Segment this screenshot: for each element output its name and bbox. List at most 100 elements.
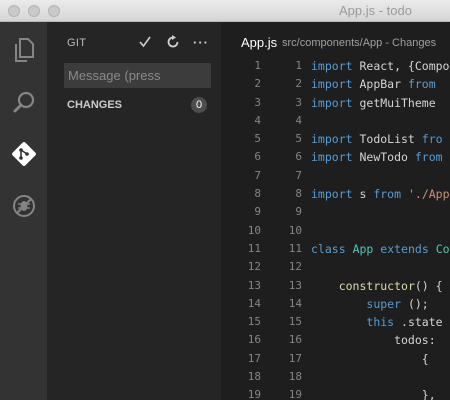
code-token: from [373,187,402,202]
code-token: class [311,241,346,256]
code-token: import [311,59,360,73]
code-line: 6 6 import NewTodo from [221,148,450,166]
diff-editor: App.js src/components/App - Changes 1 1 im… [221,22,450,400]
code-token: () { [414,278,443,293]
sidebar-title: GIT [67,37,87,49]
code-token: extends [380,241,429,256]
code-token: fro [421,132,443,147]
original-line-number: 16 [247,333,261,347]
code-token: (); [407,296,429,311]
original-line-number: 10 [247,223,261,237]
code-line: 19 19 }, [221,386,450,400]
original-line-number: 1 [254,59,261,72]
code-text: this .state = [311,313,450,331]
code-text: super (); [311,295,429,313]
code-token: TodoList [359,132,422,147]
code-token: s [359,187,374,202]
code-token: Co [435,241,450,256]
modified-line-number: 11 [288,241,302,255]
more-actions-button[interactable]: ··· [187,32,215,52]
code-line: 3 3 import getMuiTheme [221,94,450,112]
editor-tab[interactable]: App.js src/components/App - Changes [221,22,450,57]
code-token: }, [311,388,436,400]
activity-explorer[interactable] [0,30,47,70]
window-title: App.js - todo [339,3,412,18]
code-text: import TodoList fro [311,130,443,148]
code-token: from [414,150,443,165]
code-token: { [311,351,429,366]
code-text: import React, {Compo [311,57,449,75]
more-icon: ··· [193,34,209,50]
code-line: 18 18 [221,368,450,386]
code-area[interactable]: 1 1 import React, {Compo 2 2 import AppBar fr… [221,57,450,400]
code-token: React, {Compo [359,59,450,73]
commit-button[interactable] [131,32,159,52]
code-text: }, [311,386,436,400]
code-token: from [407,77,436,92]
changes-section-header[interactable]: CHANGES 0 [47,94,221,116]
modified-line-number: 1 [295,59,302,72]
code-line: 99 [221,203,450,221]
code-line: 1 1 import React, {Compo [221,57,450,75]
code-token: constructor [338,278,415,293]
code-line: 17 17 { [221,350,450,368]
original-line-number: 17 [247,351,261,365]
modified-line-number: 12 [288,260,302,274]
commit-check-icon [139,36,151,48]
refresh-icon [167,35,179,48]
modified-line-number: 4 [295,113,302,127]
git-icon [11,142,36,166]
activity-search[interactable] [0,82,47,122]
code-line: 8 8 import s from './App [221,185,450,203]
code-token: todos: [311,333,436,348]
code-line: 16 16 todos: [221,331,450,349]
code-text: todos: [311,331,436,349]
commit-message-input[interactable] [64,63,211,88]
code-token: App [352,241,374,256]
code-token: './App [407,187,450,202]
modified-line-number: 8 [295,187,302,201]
activity-git[interactable] [0,134,47,174]
close-window-button[interactable] [8,5,20,17]
original-line-number: 9 [254,205,261,219]
code-line: 2 2 import AppBar from [221,75,450,93]
original-line-number: 13 [247,278,261,292]
code-token: import [311,95,360,110]
modified-line-number: 9 [295,205,302,219]
modified-line-number: 15 [288,315,302,329]
modified-line-number: 13 [288,278,302,292]
code-token: import [311,150,360,165]
code-line: 12 12 [221,258,450,276]
files-icon [14,38,34,62]
search-icon [13,91,34,113]
code-token: import [311,77,360,92]
minimize-window-button[interactable] [28,5,40,17]
code-line: 15 15 this .state = [221,313,450,331]
modified-line-number: 14 [288,296,302,310]
code-text: import s from './App [311,185,450,203]
code-token: getMuiTheme [359,95,443,110]
original-line-number: 2 [254,77,261,91]
code-token: this [366,315,402,330]
code-line: 13 13 constructor() { [221,277,450,295]
code-line: 77 [221,167,450,185]
original-line-number: 15 [247,315,261,329]
original-line-number: 5 [254,132,261,146]
original-line-number: 19 [247,388,261,400]
modified-line-number: 3 [295,95,302,109]
code-token: super [366,296,408,311]
zoom-window-button[interactable] [48,5,60,17]
modified-line-number: 5 [295,132,302,146]
refresh-button[interactable] [159,32,187,52]
code-text: import AppBar from [311,75,436,93]
code-token: .state = [401,315,450,330]
activity-bar [0,22,47,400]
modified-line-number: 2 [295,77,302,91]
activity-debug[interactable] [0,186,47,226]
title-bar: App.js - todo [0,0,450,22]
